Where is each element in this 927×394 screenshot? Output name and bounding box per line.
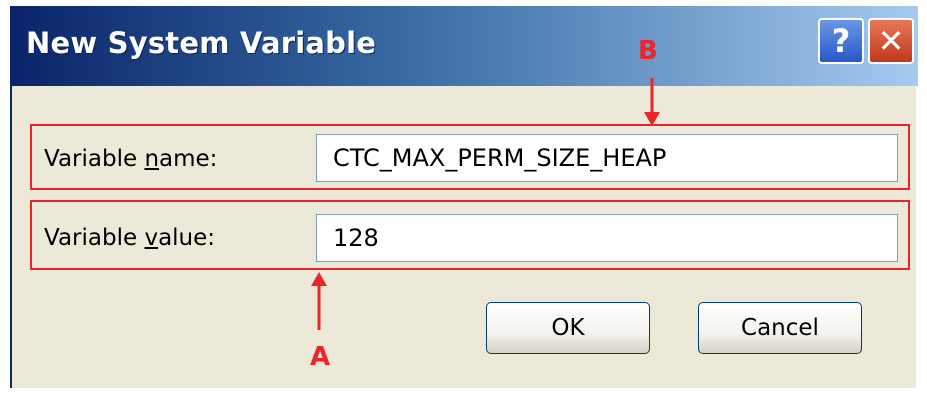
question-mark-icon: ? [831, 22, 851, 60]
variable-name-input[interactable] [316, 134, 898, 182]
annotation-label-b: B [638, 36, 658, 66]
annotation-arrow-b [644, 78, 660, 126]
cancel-button[interactable]: Cancel [698, 302, 862, 354]
variable-name-label: Variable name: [44, 146, 218, 172]
variable-value-label: Variable value: [44, 225, 216, 251]
help-button[interactable]: ? [818, 18, 864, 64]
annotation-label-a: A [310, 342, 331, 372]
dialog-title: New System Variable [26, 26, 377, 60]
close-button[interactable]: ✕ [868, 18, 914, 64]
ok-button[interactable]: OK [486, 302, 650, 354]
variable-value-input[interactable] [316, 214, 898, 262]
title-bar[interactable]: New System Variable ? ✕ [12, 6, 918, 86]
accelerator-n: n [144, 146, 160, 172]
accelerator-v: v [144, 225, 159, 251]
annotation-arrow-a [311, 272, 327, 330]
close-x-icon: ✕ [877, 22, 905, 60]
